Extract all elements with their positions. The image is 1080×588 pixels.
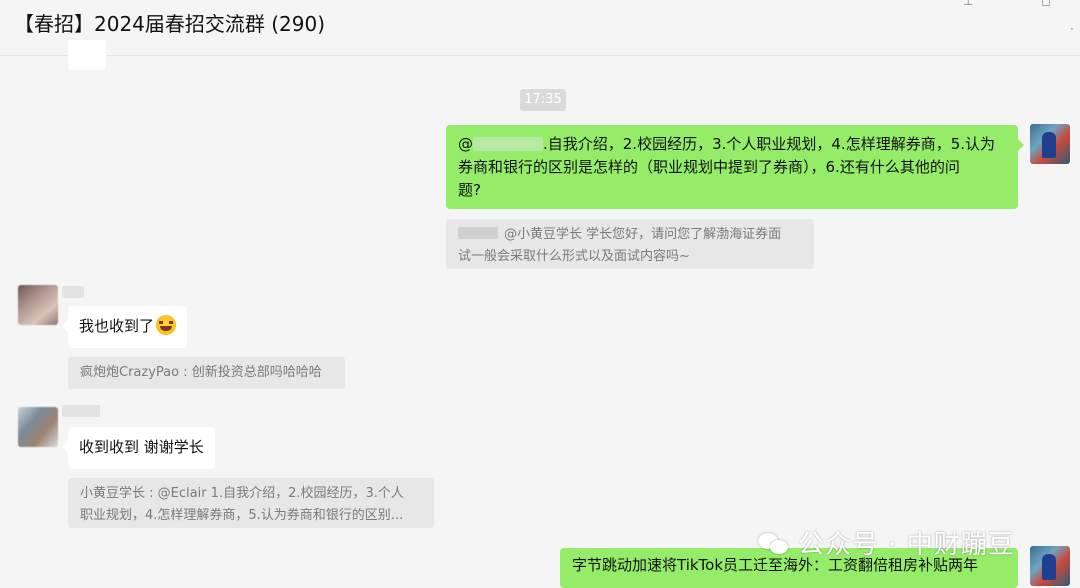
quoted-message[interactable]: 小黄豆学长 : @Eclair 1.自我介绍，2.校园经历，3.个人 职业规划，… <box>68 478 434 528</box>
received-message-bubble[interactable]: 我也收到了 <box>61 306 188 348</box>
quote-text: @小黄豆学长 学长您好，请问您了解渤海证券面 <box>504 227 782 242</box>
message-text: 我也收到了 <box>79 317 155 335</box>
my-avatar[interactable] <box>1030 124 1070 164</box>
wechat-logo-icon <box>758 531 790 557</box>
received-message-bubble[interactable]: 收到收到 谢谢学长 <box>62 427 215 469</box>
sender-name-redacted <box>62 405 100 417</box>
quote-sender-redacted <box>458 227 498 239</box>
sender-avatar[interactable] <box>18 285 58 325</box>
my-avatar[interactable] <box>1030 546 1070 586</box>
message-line: 券商和银行的区别是怎样的（职业规划中提到了券商），6.还有什么其他的问 <box>458 158 960 176</box>
mention-prefix: @ <box>458 135 473 153</box>
quote-text: 疯炮炮CrazyPao : 创新投资总部吗哈哈哈 <box>80 365 322 380</box>
time-separator: 17:35 <box>520 89 566 111</box>
quoted-message[interactable]: @小黄豆学长 学长您好，请问您了解渤海证券面 试一般会采取什么形式以及面试内容吗… <box>446 219 814 269</box>
chat-header: 【春招】2024届春招交流群 (290) ⊥ ◻ · <box>0 0 1080 56</box>
sender-avatar[interactable] <box>18 407 58 447</box>
chat-title: 【春招】2024届春招交流群 (290) <box>14 12 326 36</box>
message-line: 题? <box>458 181 481 199</box>
message-line: @ .自我介绍，2.校园经历，3.个人职业规划，4.怎样理解券商，5.认为 <box>458 133 1006 156</box>
mention-name-redacted <box>473 137 543 151</box>
sent-message-bubble[interactable]: @ .自我介绍，2.校园经历，3.个人职业规划，4.怎样理解券商，5.认为 券商和… <box>446 125 1024 209</box>
message-text: 收到收到 谢谢学长 <box>79 438 204 456</box>
watermark-text: 公众号 · 中财蹦豆 <box>798 530 1015 560</box>
previous-message-bubble <box>68 40 106 70</box>
quote-line: 职业规划，4.怎样理解券商，5.认为券商和银行的区别... <box>80 508 404 523</box>
sender-name-redacted <box>62 286 84 298</box>
quote-line: 小黄豆学长 : @Eclair 1.自我介绍，2.校园经历，3.个人 <box>80 486 404 501</box>
more-icon[interactable]: · <box>1070 22 1080 36</box>
quote-line: 试一般会采取什么形式以及面试内容吗~ <box>458 249 690 264</box>
quote-line: @小黄豆学长 学长您好，请问您了解渤海证券面 <box>458 224 802 246</box>
pin-icon[interactable]: ⊥ <box>963 0 977 8</box>
message-text: .自我介绍，2.校园经历，3.个人职业规划，4.怎样理解券商，5.认为 <box>543 135 996 153</box>
laughing-emoji-icon <box>156 315 177 335</box>
window-icon[interactable]: ◻ <box>1041 0 1055 8</box>
quoted-message[interactable]: 疯炮炮CrazyPao : 创新投资总部吗哈哈哈 <box>68 357 345 389</box>
watermark: 公众号 · 中财蹦豆 <box>758 524 1015 561</box>
